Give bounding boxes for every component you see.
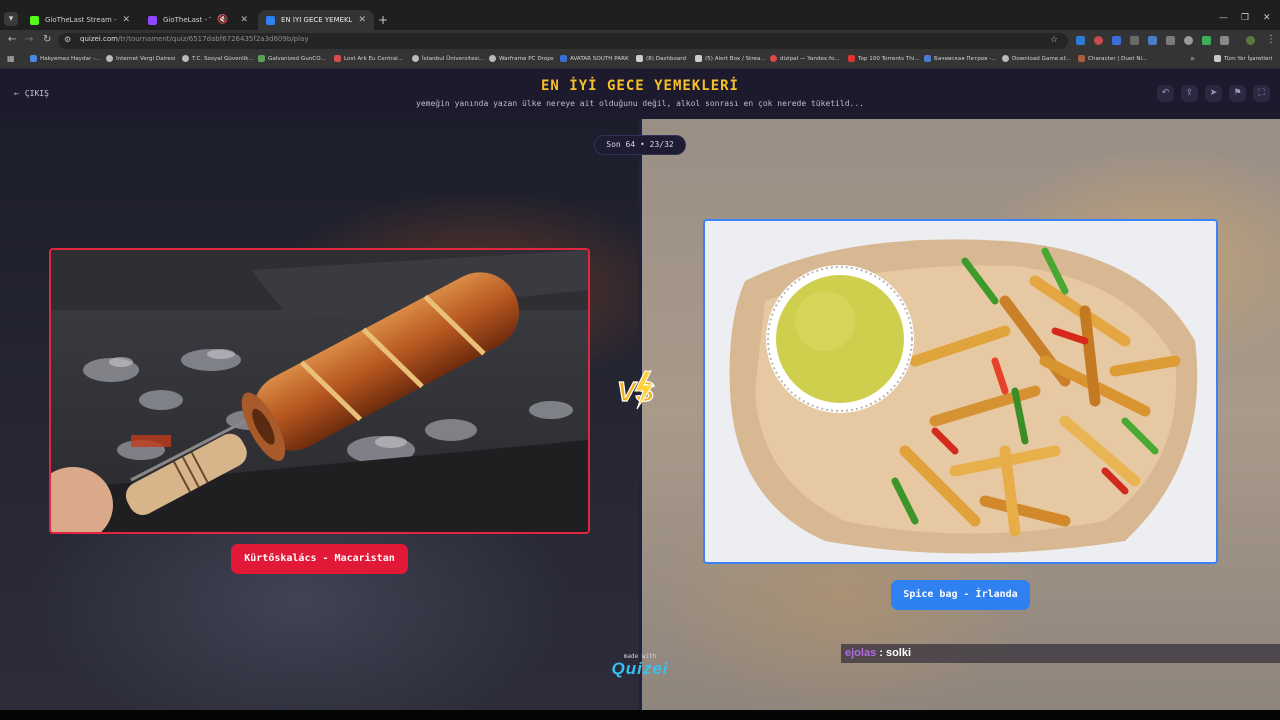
bookmark-item[interactable]: Top 100 Torrents Thi... <box>848 55 920 62</box>
all-bookmarks-folder[interactable]: Tüm Yer İşaretleri <box>1214 55 1272 62</box>
close-tab-icon[interactable]: ✕ <box>240 15 248 25</box>
bookmark-item[interactable]: Download Game.ef... <box>1002 55 1070 62</box>
report-button[interactable]: ⚑ <box>1229 85 1246 102</box>
extensions-puzzle-icon[interactable] <box>1220 36 1229 45</box>
shield-icon[interactable] <box>1184 36 1193 45</box>
site-info-icon[interactable]: ⚙ <box>64 35 71 44</box>
tab-kick[interactable]: GioTheLast Stream - Watch Liv ✕ <box>22 10 138 30</box>
url-text[interactable]: quizei.com/tr/tournament/quiz/6517dabf67… <box>80 35 308 43</box>
kebab-menu-icon[interactable]: ⋮ <box>1266 34 1276 45</box>
fullscreen-icon: ⛶ <box>1258 88 1265 98</box>
page-subtitle: yemeğin yanında yazan ülke nereye ait ol… <box>416 99 864 108</box>
stream-chat-message: ejolas : solki <box>841 644 1280 663</box>
extension-icon[interactable] <box>1130 36 1139 45</box>
kick-icon <box>30 15 39 25</box>
twitch-icon <box>148 15 157 25</box>
page-title: EN İYİ GECE YEMEKLERİ <box>540 78 739 94</box>
undo-button[interactable]: ↶ <box>1157 85 1174 102</box>
tab-search-icon[interactable]: ▾ <box>4 12 18 26</box>
made-with-quizei[interactable]: made with Quizei <box>606 653 674 678</box>
center-divider <box>639 119 642 710</box>
share-icon: ⇪ <box>1185 88 1194 98</box>
bookmark-item[interactable]: (5) Alert Box / Strea... <box>695 55 766 62</box>
chat-text: : solki <box>876 647 912 659</box>
quiz-header <box>0 69 1280 120</box>
undo-icon: ↶ <box>1161 88 1170 98</box>
new-tab-icon[interactable]: + <box>378 13 388 27</box>
close-tab-icon[interactable]: ✕ <box>358 15 366 25</box>
bookmark-star-icon[interactable]: ☆ <box>1050 35 1058 45</box>
close-tab-icon[interactable]: ✕ <box>122 15 130 25</box>
versus-icon: VS <box>613 369 667 411</box>
left-choice-image <box>51 250 588 532</box>
round-indicator: Son 64 • 23/32 <box>594 135 686 155</box>
apps-grid-icon[interactable]: ▦ <box>7 54 15 63</box>
restore-icon[interactable]: ❐ <box>1241 13 1249 23</box>
forward-icon[interactable]: → <box>25 34 33 45</box>
quizei-logo: Quizei <box>611 659 669 678</box>
fullscreen-button[interactable]: ⛶ <box>1253 85 1270 102</box>
extension-icon[interactable] <box>1112 36 1121 45</box>
profile-avatar[interactable] <box>1246 36 1255 45</box>
send-icon: ➤ <box>1209 88 1218 98</box>
minimize-icon[interactable]: — <box>1219 13 1228 23</box>
share-button[interactable]: ⇪ <box>1181 85 1198 102</box>
close-window-icon[interactable]: ✕ <box>1263 13 1271 23</box>
chat-username: ejolas <box>845 647 877 659</box>
bookmark-item[interactable]: Internet Vergi Dairesi <box>106 55 175 62</box>
left-choice-label[interactable]: Kürtőskalács - Macaristan <box>231 544 408 574</box>
extension-icon[interactable] <box>1094 36 1103 45</box>
bookmark-item[interactable]: Warframe PC Drops <box>489 55 554 62</box>
more-bookmarks-icon[interactable]: » <box>1190 54 1195 63</box>
bookmark-item[interactable]: T.C. Sosyal Güvenlik... <box>182 55 254 62</box>
bookmark-item[interactable]: Lost Ark Eu Central... <box>334 55 403 62</box>
right-choice-image <box>705 221 1216 562</box>
reload-icon[interactable]: ↻ <box>43 34 51 45</box>
quiz-page: ← ÇIKIŞ EN İYİ GECE YEMEKLERİ yemeğin ya… <box>0 69 1280 710</box>
extension-icon[interactable] <box>1148 36 1157 45</box>
bookmark-item[interactable]: Hakyemez Haydar -... <box>30 55 100 62</box>
extension-icon[interactable] <box>1076 36 1085 45</box>
send-button[interactable]: ➤ <box>1205 85 1222 102</box>
right-choice-label[interactable]: Spice bag - İrlanda <box>891 580 1030 610</box>
extension-icon[interactable] <box>1166 36 1175 45</box>
quizei-icon <box>266 15 275 25</box>
back-icon[interactable]: ← <box>8 34 16 45</box>
bookmark-item[interactable]: İstanbul Üniversitesi... <box>412 55 484 62</box>
bookmark-item[interactable]: (8) Dashboard <box>636 55 686 62</box>
bookmark-item[interactable]: Character | Duet Ni... <box>1078 55 1147 62</box>
extension-icon[interactable] <box>1202 36 1211 45</box>
bottom-strip <box>0 710 1280 720</box>
right-choice-card[interactable] <box>703 219 1218 564</box>
bookmark-item[interactable]: Бачевская Петров -... <box>924 55 997 62</box>
tab-quizei[interactable]: EN İYİ GECE YEMEKLERİ - Tier L ✕ <box>258 10 374 30</box>
muted-icon[interactable]: 🔇 <box>217 15 228 25</box>
flag-icon: ⚑ <box>1233 88 1242 98</box>
tab-twitch[interactable]: GioTheLast - Twitch 🔇 ✕ <box>140 10 256 30</box>
bookmark-item[interactable]: Galvanized GunCO... <box>258 55 326 62</box>
left-choice-card[interactable] <box>49 248 590 534</box>
bookmark-item[interactable]: dizipal — Yandex:fo... <box>770 55 840 62</box>
bookmark-item[interactable]: AVATAR SOUTH PARK <box>560 55 629 62</box>
